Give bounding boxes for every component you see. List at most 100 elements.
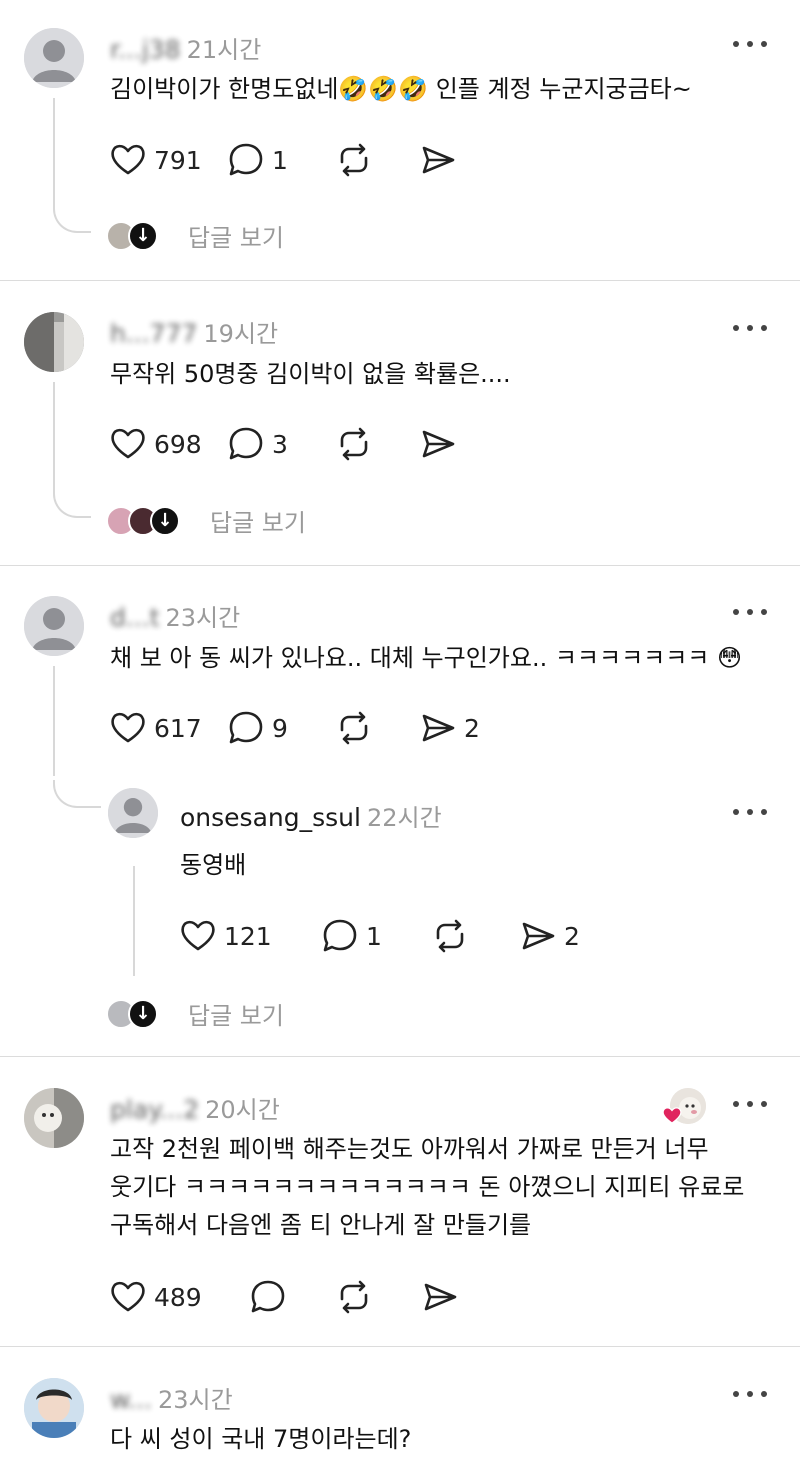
heart-icon	[111, 428, 145, 459]
username[interactable]: play...2	[110, 1095, 199, 1124]
thread-curve	[53, 780, 101, 808]
more-dots-icon[interactable]	[733, 1384, 767, 1404]
post-text: 고작 2천원 페이백 해주는것도 아까워서 가짜로 만든거 너무 웃기다 ㅋㅋㅋ…	[110, 1135, 745, 1239]
thread-curve	[53, 205, 91, 233]
repost-button[interactable]	[334, 1277, 420, 1317]
like-count: 617	[154, 713, 202, 743]
share-button[interactable]	[418, 424, 464, 464]
share-button[interactable]	[418, 140, 464, 180]
repost-button[interactable]	[334, 140, 418, 180]
username[interactable]: onsesang_ssul	[180, 803, 361, 832]
repost-icon	[340, 427, 368, 461]
send-icon	[422, 714, 455, 742]
thread-curve	[53, 490, 91, 518]
repost-button[interactable]	[334, 708, 418, 748]
like-count: 698	[154, 429, 202, 459]
repost-icon	[340, 1280, 368, 1314]
action-bar: 617 9 2	[108, 708, 480, 748]
action-bar: 489	[108, 1277, 466, 1317]
avatar[interactable]	[24, 1088, 84, 1148]
view-replies[interactable]: ↓ 답글 보기	[106, 503, 306, 538]
like-button[interactable]: 489	[108, 1277, 248, 1317]
share-button[interactable]: 2	[518, 916, 580, 956]
more-dots-icon[interactable]	[733, 34, 767, 54]
send-icon	[422, 430, 455, 458]
share-count: 2	[564, 921, 580, 951]
post-text: 채 보 아 동 씨가 있나요.. 대체 누구인가요.. ㅋㅋㅋㅋㅋㅋㅋ 😳	[110, 644, 743, 672]
heart-icon	[111, 1281, 145, 1312]
thread-line	[53, 98, 55, 208]
action-bar: 121 1 2	[178, 916, 580, 956]
comment-button[interactable]	[248, 1277, 334, 1317]
username[interactable]: h...777	[110, 319, 197, 348]
post-header: d...t 23시간	[110, 598, 240, 633]
comment-count: 1	[366, 921, 382, 951]
avatar[interactable]	[108, 788, 158, 838]
thread-line	[133, 866, 135, 976]
timestamp: 23시간	[165, 604, 241, 632]
more-dots-icon[interactable]	[733, 1094, 767, 1114]
repost-icon	[340, 711, 368, 745]
arrow-down-icon: ↓	[128, 998, 158, 1029]
avatar[interactable]	[24, 1378, 84, 1438]
post-text: 무작위 50명중 김이박이 없을 확률은....	[110, 360, 511, 388]
arrow-down-icon: ↓	[128, 220, 158, 251]
action-bar: 791 1	[108, 140, 464, 180]
avatar[interactable]	[24, 28, 84, 88]
like-button[interactable]: 617	[108, 708, 226, 748]
post-header: play...2 20시간	[110, 1090, 280, 1125]
like-count: 121	[224, 921, 272, 951]
post-header: h...777 19시간	[110, 314, 278, 349]
avatar[interactable]	[24, 596, 84, 656]
comment-count: 3	[272, 429, 288, 459]
repost-button[interactable]	[334, 424, 418, 464]
heart-icon	[111, 712, 145, 743]
send-icon	[522, 922, 555, 950]
divider	[0, 1056, 800, 1057]
heart-icon	[111, 144, 145, 175]
more-dots-icon[interactable]	[733, 802, 767, 822]
repost-icon	[340, 143, 368, 177]
username[interactable]: w...	[110, 1385, 152, 1414]
view-replies-label: 답글 보기	[188, 224, 284, 252]
avatar[interactable]	[24, 312, 84, 372]
view-replies[interactable]: ↓ 답글 보기	[106, 218, 284, 253]
heart-icon	[662, 1107, 682, 1124]
reply-text: 동영배	[180, 851, 247, 879]
like-button[interactable]: 791	[108, 140, 226, 180]
thread-line	[53, 382, 55, 492]
comment-button[interactable]: 1	[320, 916, 430, 956]
reply-header: onsesang_ssul 22시간	[180, 798, 442, 833]
divider	[0, 280, 800, 281]
comment-button[interactable]: 3	[226, 424, 334, 464]
post-text: 다 씨 성이 국내 7명이라는데?	[110, 1425, 412, 1453]
view-replies[interactable]: ↓ 답글 보기	[106, 996, 284, 1031]
heart-icon	[181, 920, 215, 951]
view-replies-label: 답글 보기	[210, 509, 306, 537]
repost-button[interactable]	[430, 916, 518, 956]
username[interactable]: d...t	[110, 603, 160, 632]
repost-icon	[436, 919, 464, 953]
more-dots-icon[interactable]	[733, 318, 767, 338]
timestamp: 22시간	[366, 804, 442, 832]
comment-button[interactable]: 1	[226, 140, 334, 180]
username[interactable]: r...j38	[110, 35, 181, 64]
share-button[interactable]	[420, 1277, 466, 1317]
divider	[0, 1346, 800, 1347]
action-bar: 698 3	[108, 424, 464, 464]
comment-count: 9	[272, 713, 288, 743]
thread-line	[53, 666, 55, 776]
timestamp: 23시간	[158, 1386, 233, 1414]
like-button[interactable]: 698	[108, 424, 226, 464]
comment-button[interactable]: 9	[226, 708, 334, 748]
divider	[0, 565, 800, 566]
timestamp: 19시간	[203, 320, 279, 348]
view-replies-label: 답글 보기	[188, 1002, 284, 1030]
speech-bubble-icon	[229, 143, 263, 176]
share-button[interactable]: 2	[418, 708, 480, 748]
speech-bubble-icon	[229, 711, 263, 744]
more-dots-icon[interactable]	[733, 602, 767, 622]
like-count: 791	[154, 145, 202, 175]
speech-bubble-icon	[323, 919, 357, 952]
like-button[interactable]: 121	[178, 916, 320, 956]
